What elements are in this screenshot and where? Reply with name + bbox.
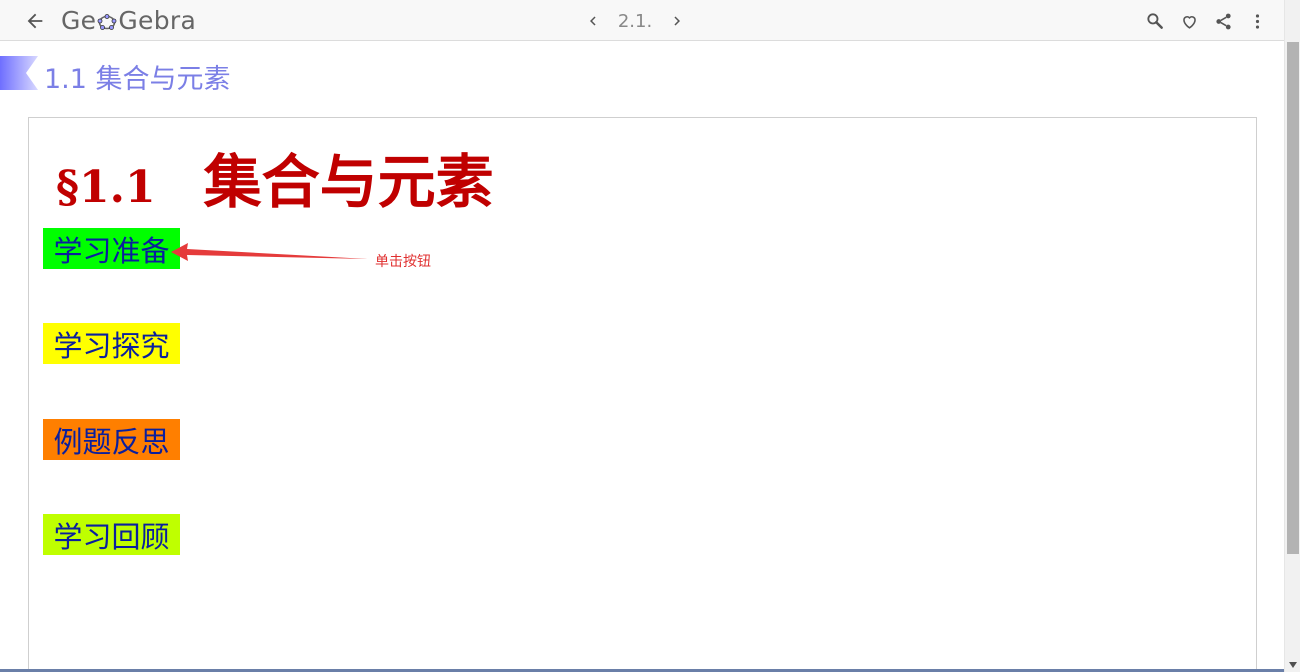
title-number: §1.1 xyxy=(56,162,156,213)
title-text: 集合与元素 xyxy=(203,148,494,216)
next-page-button[interactable] xyxy=(664,6,690,36)
scroll-down-button[interactable] xyxy=(1285,658,1300,672)
search-button[interactable] xyxy=(1142,6,1168,36)
share-button[interactable] xyxy=(1210,6,1236,36)
study-preparation-button[interactable]: 学习准备 xyxy=(43,228,180,269)
search-icon xyxy=(1147,13,1163,29)
vertical-scrollbar[interactable] xyxy=(1284,0,1300,672)
page-label: 2.1. xyxy=(617,10,653,32)
geogebra-logo[interactable]: Ge Gebra xyxy=(61,3,196,37)
chevron-right-icon xyxy=(674,16,680,26)
share-icon xyxy=(1215,13,1231,29)
toolbar-actions xyxy=(1142,6,1270,36)
favorite-button[interactable] xyxy=(1176,6,1202,36)
back-button[interactable] xyxy=(20,6,50,36)
prev-page-button[interactable] xyxy=(580,6,606,36)
study-exploration-button[interactable]: 学习探究 xyxy=(43,323,180,364)
scrollbar-thumb[interactable] xyxy=(1287,42,1299,554)
study-review-button[interactable]: 学习回顾 xyxy=(43,514,180,555)
annotation-arrow-icon xyxy=(171,243,368,261)
annotation-label: 单击按钮 xyxy=(375,254,431,270)
example-reflection-button[interactable]: 例题反思 xyxy=(43,419,180,460)
geogebra-ellipse-icon xyxy=(97,14,117,30)
more-vert-icon xyxy=(1255,13,1259,29)
top-bar: Ge Gebra 2.1. xyxy=(0,0,1284,41)
section-title: 1.1 集合与元素 xyxy=(44,64,231,95)
more-options-button[interactable] xyxy=(1244,6,1270,36)
section-flag-icon xyxy=(0,56,38,90)
applet-title: §1.1 集合与元素 xyxy=(56,135,494,219)
arrow-left-icon xyxy=(27,13,43,29)
logo-suffix: Gebra xyxy=(118,5,197,35)
heart-icon xyxy=(1182,15,1196,29)
logo-prefix: Ge xyxy=(61,5,97,35)
triangle-down-icon xyxy=(1289,662,1297,668)
chevron-left-icon xyxy=(590,16,596,26)
page-navigator: 2.1. xyxy=(580,6,690,36)
